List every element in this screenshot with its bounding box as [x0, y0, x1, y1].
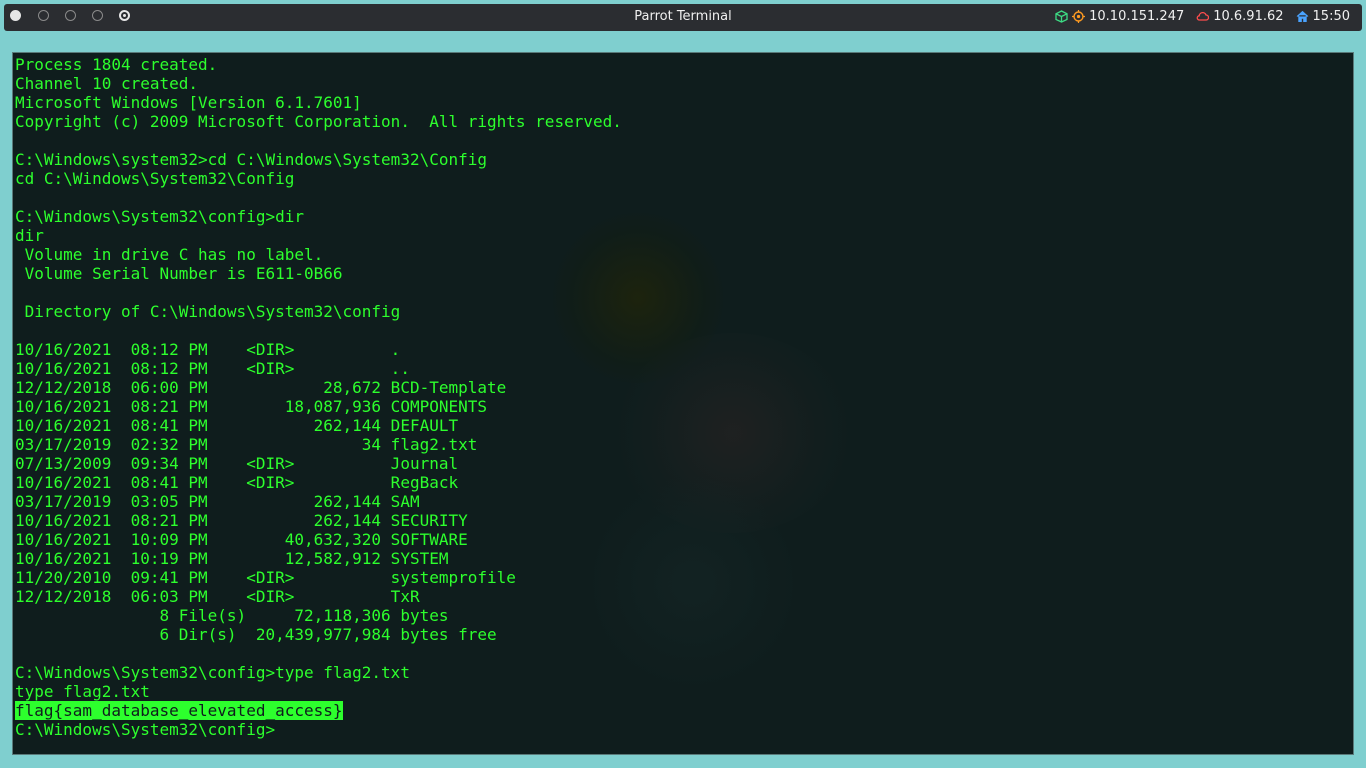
terminal-line: cd C:\Windows\System32\Config [15, 169, 295, 188]
terminal-line: 10/16/2021 08:12 PM <DIR> . [15, 340, 401, 359]
vpn-ip-text: 10.6.91.62 [1213, 9, 1284, 24]
terminal-line: 03/17/2019 02:32 PM 34 flag2.txt [15, 435, 478, 454]
terminal-line: type flag2.txt [15, 682, 150, 701]
terminal-line: 10/16/2021 08:21 PM 262,144 SECURITY [15, 511, 468, 530]
terminal-line: 07/13/2009 09:34 PM <DIR> Journal [15, 454, 459, 473]
cube-icon [1055, 10, 1068, 23]
clock-indicator[interactable]: 15:50 [1296, 9, 1350, 24]
terminal-line: 8 File(s) 72,118,306 bytes [159, 606, 449, 625]
terminal-line: C:\Windows\System32\config>type flag2.tx… [15, 663, 410, 682]
terminal-line: 6 Dir(s) 20,439,977,984 bytes free [159, 625, 497, 644]
terminal-line: Microsoft Windows [Version 6.1.7601] [15, 93, 362, 112]
terminal-line: 10/16/2021 08:41 PM 262,144 DEFAULT [15, 416, 459, 435]
target-ip-text: 10.10.151.247 [1089, 9, 1185, 24]
flag-output-highlight: flag{sam_database_elevated_access} [15, 701, 343, 720]
terminal-line: Directory of C:\Windows\System32\config [24, 302, 401, 321]
terminal-line: Copyright (c) 2009 Microsoft Corporation… [15, 112, 622, 131]
terminal-line: 10/16/2021 08:41 PM <DIR> RegBack [15, 473, 459, 492]
terminal-line: Channel 10 created. [15, 74, 199, 93]
wallpaper-glow [593, 473, 793, 693]
terminal-prompt[interactable]: C:\Windows\System32\config> [15, 720, 275, 739]
status-area: 10.10.151.247 10.6.91.62 15:50 [1043, 9, 1350, 24]
clock-text: 15:50 [1312, 9, 1350, 24]
cloud-icon [1196, 10, 1210, 23]
target-ip-indicator[interactable]: 10.10.151.247 [1055, 9, 1184, 24]
terminal-line: 11/20/2010 09:41 PM <DIR> systemprofile [15, 568, 516, 587]
terminal-line: C:\Windows\System32\config>dir [15, 207, 304, 226]
terminal-line: dir [15, 226, 44, 245]
terminal-line: 12/12/2018 06:03 PM <DIR> TxR [15, 587, 420, 606]
terminal-output[interactable]: Process 1804 created. Channel 10 created… [15, 55, 622, 739]
target-icon [1072, 10, 1086, 23]
terminal-line: 10/16/2021 08:21 PM 18,087,936 COMPONENT… [15, 397, 488, 416]
terminal-line: Process 1804 created. [15, 55, 218, 74]
terminal-line: 10/16/2021 08:12 PM <DIR> .. [15, 359, 410, 378]
home-icon [1296, 10, 1309, 23]
terminal-line: Volume in drive C has no label. [24, 245, 324, 264]
terminal-window[interactable]: Process 1804 created. Channel 10 created… [12, 52, 1354, 755]
terminal-line: 03/17/2019 03:05 PM 262,144 SAM [15, 492, 420, 511]
terminal-history: Process 1804 created. Channel 10 created… [15, 55, 622, 701]
terminal-line: 10/16/2021 10:19 PM 12,582,912 SYSTEM [15, 549, 449, 568]
terminal-line: C:\Windows\system32>cd C:\Windows\System… [15, 150, 488, 169]
vpn-ip-indicator[interactable]: 10.6.91.62 [1196, 9, 1284, 24]
terminal-line: 12/12/2018 06:00 PM 28,672 BCD-Template [15, 378, 507, 397]
terminal-line: Volume Serial Number is E611-0B66 [24, 264, 343, 283]
terminal-line: 10/16/2021 10:09 PM 40,632,320 SOFTWARE [15, 530, 468, 549]
top-panel: Parrot Terminal 10.10.151.247 10.6.91.62… [4, 4, 1362, 31]
